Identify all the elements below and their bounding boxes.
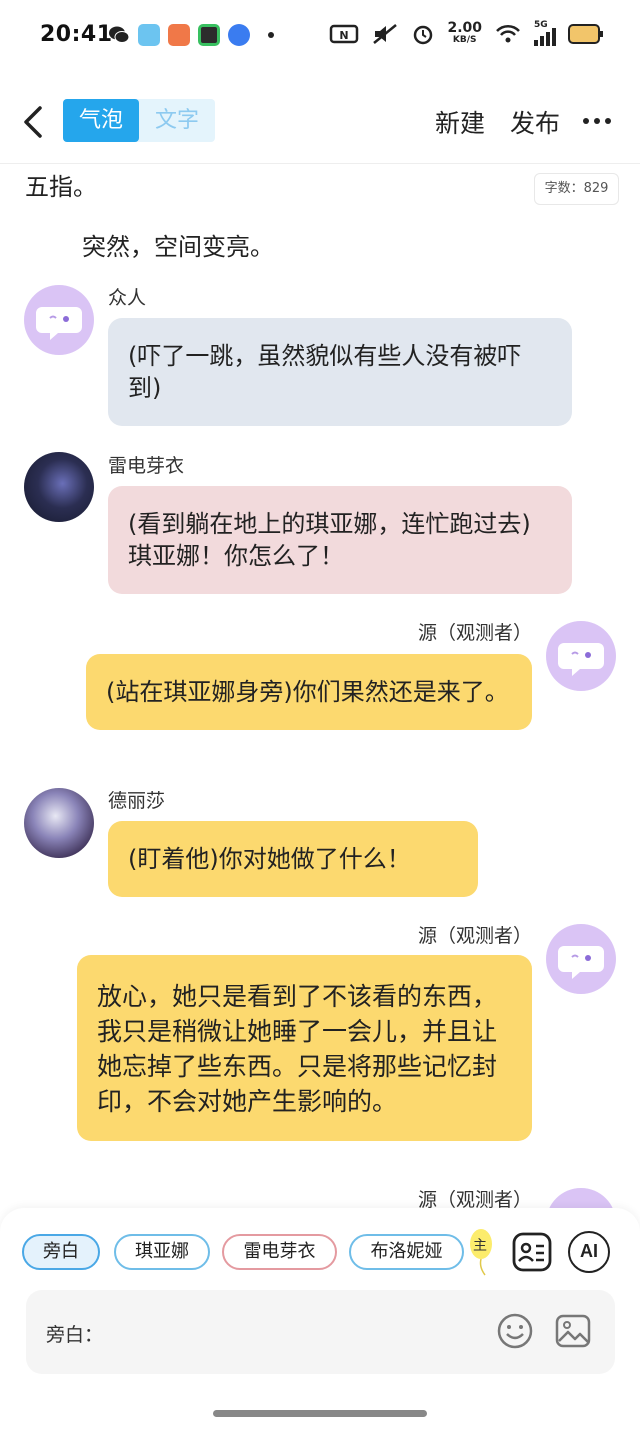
narration-text: 突然，空间变亮。 [82, 233, 274, 261]
role-chip-kiana[interactable]: 琪亚娜 [114, 1234, 210, 1270]
word-count-badge: 字数：829 [534, 173, 619, 205]
back-chevron-icon[interactable] [18, 102, 50, 142]
more-dots-icon[interactable] [580, 106, 614, 136]
home-indicator[interactable] [213, 1410, 427, 1417]
mode-toggle: 气泡 文字 [63, 99, 215, 142]
svg-text:N: N [340, 29, 349, 42]
speaker-name: 众人 [108, 287, 147, 309]
avatar[interactable] [546, 1188, 616, 1210]
status-bar: 20:41 N 2.00 KB/S 5G [0, 0, 640, 72]
status-right: N 2.00 KB/S 5G [329, 20, 604, 46]
role-chip-mei[interactable]: 雷电芽衣 [222, 1234, 337, 1270]
wifi-icon [496, 24, 520, 43]
speaker-name: 源（观测者） [417, 622, 532, 644]
role-chip-peek[interactable]: 主 [470, 1228, 492, 1276]
nav-bar: 气泡 文字 新建 发布 [0, 80, 640, 164]
chat-bubble-face-icon [558, 946, 604, 979]
status-app-icons [108, 24, 274, 46]
net-speed: 2.00 KB/S [447, 21, 482, 46]
image-icon[interactable] [554, 1312, 592, 1350]
avatar[interactable] [24, 788, 94, 858]
speaker-name: 源（观测者） [417, 925, 532, 947]
status-time: 20:41 [40, 22, 113, 47]
bottom-panel: 旁白 琪亚娜 雷电芽衣 布洛妮娅 主 AI 旁白： [0, 1208, 640, 1429]
app-icon-round-blue [228, 24, 250, 46]
mute-icon [373, 24, 398, 44]
smiley-icon[interactable] [496, 1312, 534, 1350]
publish-button[interactable]: 发布 [510, 104, 560, 140]
message-bubble[interactable]: (看到躺在地上的琪亚娜，连忙跑过去)琪亚娜！你怎么了！ [108, 486, 572, 594]
signal-indicator: 5G [534, 20, 556, 46]
avatar[interactable] [546, 621, 616, 691]
message-bubble[interactable]: (站在琪亚娜身旁)你们果然还是来了。 [86, 654, 532, 730]
input-role-label: 旁白： [46, 1324, 104, 1346]
app-icon-blue [138, 24, 160, 46]
message-bubble[interactable]: (吓了一跳，虽然貌似有些人没有被吓到) [108, 318, 572, 426]
mode-bubble-tab[interactable]: 气泡 [63, 99, 139, 142]
ai-button[interactable]: AI [568, 1231, 610, 1273]
speaker-name: 雷电芽衣 [108, 455, 185, 477]
more-notifications-dot [268, 32, 274, 38]
id-card-icon[interactable] [511, 1231, 553, 1273]
role-chip-narrator[interactable]: 旁白 [22, 1234, 100, 1270]
narration-text: 五指。 [25, 173, 97, 201]
network-type: 5G [534, 20, 548, 30]
chat-bubble-face-icon [36, 307, 82, 340]
chat-bubble-face-icon [558, 643, 604, 676]
nfc-icon: N [330, 24, 359, 44]
avatar[interactable] [546, 924, 616, 994]
avatar[interactable] [24, 285, 94, 355]
battery-icon [568, 24, 603, 44]
app-icon-green [198, 24, 220, 46]
role-chip-peek-label: 主 [473, 1238, 487, 1254]
new-button[interactable]: 新建 [435, 104, 485, 140]
message-input[interactable]: 旁白： [26, 1290, 615, 1374]
avatar[interactable] [24, 452, 94, 522]
role-chip-bronya[interactable]: 布洛妮娅 [349, 1234, 464, 1270]
message-bubble[interactable]: (盯着他)你对她做了什么！ [108, 821, 478, 897]
speaker-name: 德丽莎 [108, 790, 166, 812]
wechat-icon [109, 26, 130, 43]
game-app-icon [168, 24, 190, 46]
speaker-name: 源（观测者） [417, 1189, 532, 1210]
alarm-icon [414, 25, 433, 45]
chat-area[interactable]: 五指。 字数：829 突然，空间变亮。 众人 (吓了一跳，虽然貌似有些人没有被吓… [0, 165, 640, 1210]
message-bubble[interactable]: 放心，她只是看到了不该看的东西，我只是稍微让她睡了一会儿，并且让她忘掉了些东西。… [77, 955, 532, 1141]
mode-text-tab[interactable]: 文字 [139, 99, 215, 142]
